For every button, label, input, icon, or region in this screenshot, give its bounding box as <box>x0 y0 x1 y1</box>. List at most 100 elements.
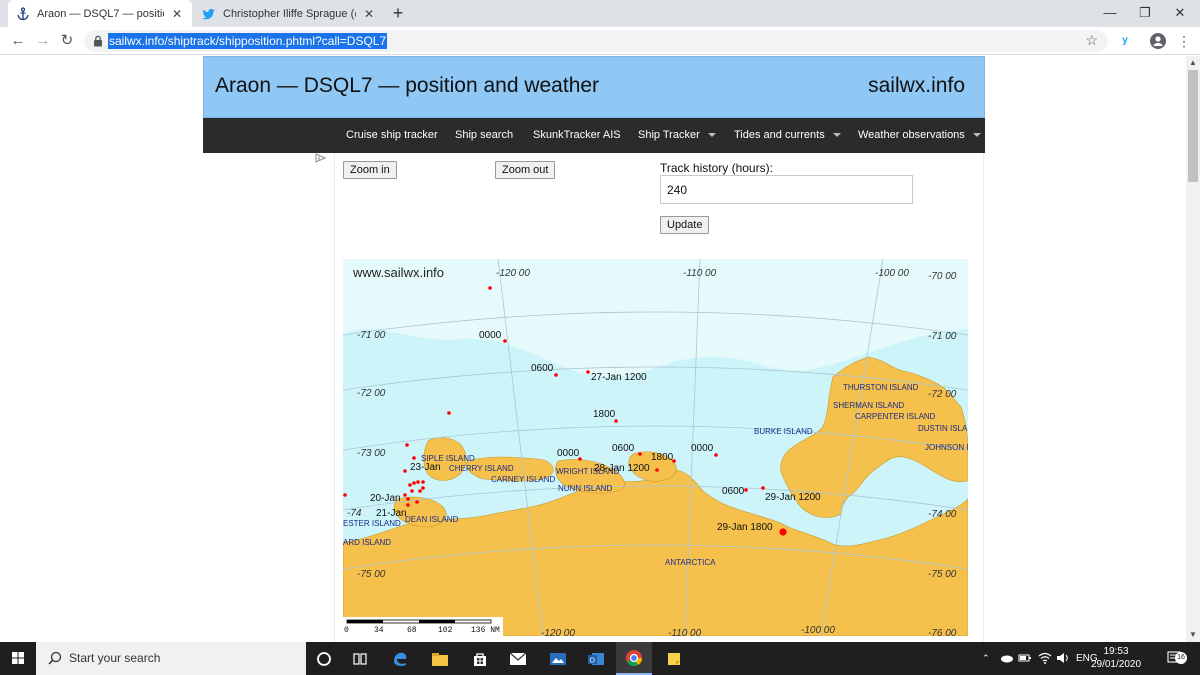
search-icon <box>48 651 62 665</box>
island-label: CARPENTER ISLAND <box>855 412 936 421</box>
zoom-out-button[interactable]: Zoom out <box>495 161 556 179</box>
track-label: 27-Jan 1200 <box>591 372 647 383</box>
tray-chevron-icon[interactable]: ⌃ <box>982 642 990 675</box>
track-point <box>554 373 558 377</box>
island-label: CHERRY ISLAND <box>449 464 514 473</box>
zoom-in-button[interactable]: Zoom in <box>343 161 397 179</box>
track-point <box>655 468 659 472</box>
photos-icon[interactable] <box>540 642 576 675</box>
sticky-notes-icon[interactable] <box>656 642 692 675</box>
tray-onedrive-icon[interactable] <box>1000 642 1014 675</box>
new-tab-button[interactable]: + <box>389 4 407 22</box>
track-point <box>744 488 748 492</box>
battery-icon[interactable] <box>1018 642 1032 675</box>
track-point <box>503 339 507 343</box>
lon-label-top: -100 00 <box>875 268 909 279</box>
clock-time: 19:53 <box>1103 646 1129 657</box>
lat-label-left: -72 00 <box>357 388 386 399</box>
scale-label: 136 NM <box>471 626 500 635</box>
track-point <box>418 489 422 493</box>
mail-icon[interactable] <box>500 642 536 675</box>
island-label: JOHNSON I <box>925 443 968 452</box>
ship-current-position[interactable] <box>779 528 787 536</box>
tab-twitter[interactable]: Christopher Iliffe Sprague (@cisprague ✕ <box>194 0 384 27</box>
track-point <box>410 489 414 493</box>
system-clock[interactable]: 19:53 29/01/2020 <box>1086 645 1146 671</box>
lat-label-right: -74 00 <box>928 509 957 520</box>
track-label: 28-Jan 1200 <box>594 463 650 474</box>
track-point <box>714 453 718 457</box>
windows-logo-icon <box>12 652 24 664</box>
island-label: DUSTIN ISLAI <box>918 424 968 433</box>
forward-button[interactable]: → <box>33 31 53 51</box>
scroll-up-icon[interactable]: ▲ <box>1186 56 1200 70</box>
menu-kebab-icon[interactable]: ⋮ <box>1176 33 1192 49</box>
clock-date: 29/01/2020 <box>1090 659 1142 670</box>
extension-icon[interactable]: y <box>1117 33 1133 49</box>
windows-taskbar: Start your search O ⌃ ENG 19:53 29/01/20… <box>0 642 1200 675</box>
page-scrollbar[interactable]: ▲ ▼ <box>1186 56 1200 642</box>
nav-tides-currents[interactable]: Tides and currents <box>722 118 853 153</box>
update-button[interactable]: Update <box>660 216 710 234</box>
volume-icon[interactable] <box>1056 642 1070 675</box>
file-explorer-icon[interactable] <box>422 642 458 675</box>
close-icon[interactable]: ✕ <box>362 7 376 21</box>
store-icon[interactable] <box>462 642 498 675</box>
maximize-button[interactable]: ❐ <box>1133 2 1157 24</box>
track-point <box>416 480 420 484</box>
back-button[interactable]: ← <box>8 31 28 51</box>
track-point <box>408 483 412 487</box>
nav-ship-search[interactable]: Ship search <box>443 118 525 153</box>
notification-count-badge: 16 <box>1175 652 1187 664</box>
lon-label-top: -110 00 <box>683 268 717 279</box>
outlook-icon[interactable]: O <box>578 642 614 675</box>
profile-avatar-icon[interactable] <box>1150 33 1166 49</box>
lat-label-left: -75 00 <box>357 569 386 580</box>
browser-toolbar: ← → ↻ sailwx.info/shiptrack/shipposition… <box>0 27 1200 55</box>
nav-ship-tracker[interactable]: Ship Tracker <box>626 118 728 153</box>
web-page: Araon — DSQL7 — position and weather sai… <box>0 56 1200 642</box>
page-title: Araon — DSQL7 — position and weather <box>215 74 600 97</box>
track-point <box>403 493 407 497</box>
task-view-icon[interactable] <box>342 642 378 675</box>
lat-label-left: -73 00 <box>357 448 386 459</box>
lon-label-bottom: -110 00 <box>668 628 702 636</box>
notifications-icon[interactable]: 16 <box>1166 642 1188 675</box>
track-point <box>447 411 451 415</box>
chevron-down-icon <box>832 133 841 138</box>
reload-button[interactable]: ↻ <box>57 31 77 51</box>
window-close-button[interactable]: ✕ <box>1168 2 1192 24</box>
nav-cruise-ship-tracker[interactable]: Cruise ship tracker <box>334 118 450 153</box>
cortana-icon[interactable] <box>306 642 342 675</box>
wifi-icon[interactable] <box>1038 642 1052 675</box>
lat-label-right: -72 00 <box>928 389 957 400</box>
scroll-down-icon[interactable]: ▼ <box>1186 628 1200 642</box>
island-label: BURKE ISLAND <box>754 427 813 436</box>
track-history-input[interactable] <box>660 175 913 204</box>
track-point <box>406 503 410 507</box>
chevron-down-icon <box>972 133 981 138</box>
adchoices-icon[interactable] <box>315 153 327 163</box>
minimize-button[interactable]: — <box>1098 2 1122 24</box>
track-label: 0000 <box>691 443 714 454</box>
ship-track-map[interactable]: www.sailwx.info -120 00 -110 00 -100 00 … <box>343 259 968 636</box>
bookmark-star-icon[interactable]: ☆ <box>1085 32 1098 49</box>
start-button[interactable] <box>0 642 36 675</box>
scrollbar-thumb[interactable] <box>1188 70 1198 182</box>
scale-label: 68 <box>407 626 417 635</box>
track-history-label: Track history (hours): <box>660 161 773 175</box>
nav-skunktracker-ais[interactable]: SkunkTracker AIS <box>521 118 633 153</box>
close-icon[interactable]: ✕ <box>170 7 184 21</box>
url-text[interactable]: sailwx.info/shiptrack/shipposition.phtml… <box>108 33 388 49</box>
nav-weather-observations[interactable]: Weather observations <box>846 118 993 153</box>
edge-browser-icon[interactable] <box>382 642 418 675</box>
taskbar-search[interactable]: Start your search <box>36 642 306 675</box>
lat-label-right: -75 00 <box>928 569 957 580</box>
track-point <box>421 480 425 484</box>
chrome-icon[interactable] <box>616 642 652 675</box>
tab-araon[interactable]: Araon — DSQL7 — position and weather ✕ <box>8 0 192 27</box>
address-bar[interactable]: sailwx.info/shiptrack/shipposition.phtml… <box>84 30 1108 52</box>
track-label: 0600 <box>531 363 554 374</box>
track-point <box>406 497 410 501</box>
site-brand[interactable]: sailwx.info <box>868 74 965 98</box>
